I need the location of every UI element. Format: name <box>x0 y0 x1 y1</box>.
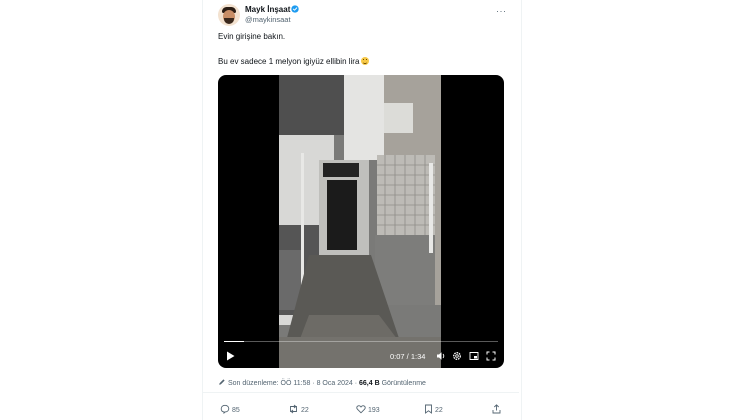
edit-pencil-icon <box>219 379 225 385</box>
tweet-text-line-1: Evin girişine bakın. <box>218 32 286 41</box>
reply-count: 85 <box>231 407 240 414</box>
video-progress-bar[interactable] <box>224 341 498 342</box>
repost-count: 22 <box>300 407 309 414</box>
heart-icon <box>356 405 366 414</box>
reply-icon <box>220 404 230 415</box>
smiling-emoji-icon <box>361 57 370 65</box>
video-frame <box>279 75 441 368</box>
like-count: 193 <box>367 407 380 414</box>
video-player[interactable]: 0:07 / 1:34 <box>218 75 504 368</box>
repost-icon <box>290 404 297 414</box>
video-progress-fill <box>224 341 245 342</box>
edited-timestamp[interactable]: Son düzenleme: ÖÖ 11:58 · 8 Oca 2024 · <box>228 380 359 387</box>
settings-gear-icon[interactable] <box>452 351 462 361</box>
volume-icon[interactable] <box>436 351 446 361</box>
play-icon[interactable] <box>226 351 235 361</box>
tweet-text-line-2-text: Bu ev sadece 1 melyon igiyüz ellibin lir… <box>218 57 360 66</box>
share-icon <box>492 404 501 414</box>
video-scene <box>279 75 441 368</box>
author-name[interactable]: Mayk İnşaat <box>245 5 290 14</box>
like-button[interactable]: 193 <box>356 404 380 414</box>
video-timestamp: 0:07 / 1:34 <box>390 352 426 361</box>
bookmark-icon <box>425 404 432 414</box>
bookmark-button[interactable]: 22 <box>424 404 443 414</box>
author-handle[interactable]: @maykinsaat <box>245 15 291 24</box>
repost-button[interactable]: 22 <box>288 404 309 414</box>
views-label: Görüntülenme <box>379 380 426 387</box>
picture-in-picture-icon[interactable] <box>469 351 479 361</box>
avatar[interactable] <box>218 4 240 26</box>
views-count: 66,4 B <box>359 380 380 387</box>
reply-button[interactable]: 85 <box>220 404 240 415</box>
tweet-meta: Son düzenleme: ÖÖ 11:58 · 8 Oca 2024 · 6… <box>218 378 426 387</box>
fullscreen-icon[interactable] <box>486 351 496 361</box>
bookmark-count: 22 <box>434 407 443 414</box>
tweet-text-line-2: Bu ev sadece 1 melyon igiyüz ellibin lir… <box>218 57 370 66</box>
divider <box>203 392 519 393</box>
verified-badge-icon <box>291 5 299 13</box>
more-options-icon[interactable]: ··· <box>496 6 507 16</box>
share-button[interactable] <box>492 404 501 414</box>
